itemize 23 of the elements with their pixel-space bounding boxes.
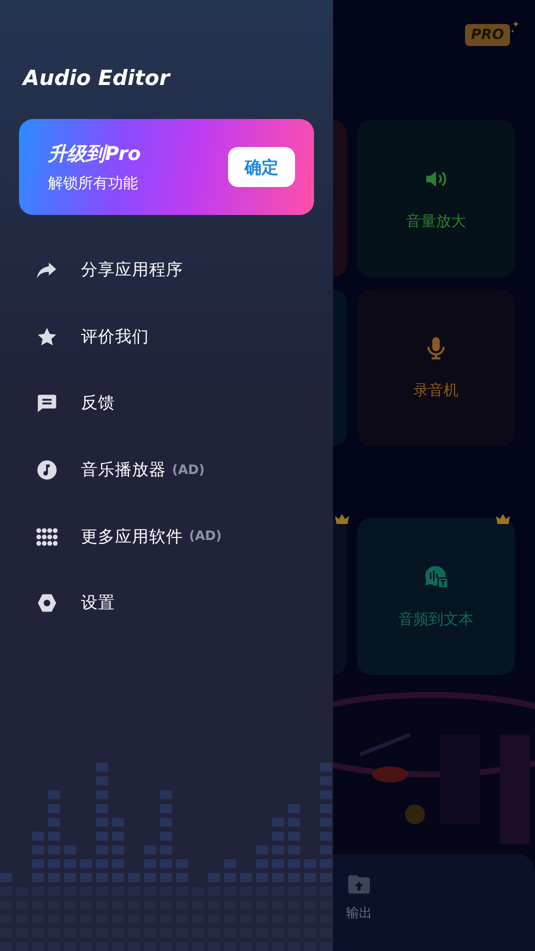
upgrade-banner[interactable]: 升级到Pro 解锁所有功能 确定 xyxy=(19,119,314,215)
ad-tag: (AD) xyxy=(172,462,205,478)
music-note-icon xyxy=(36,459,58,482)
menu-item[interactable]: 更多应用软件 xyxy=(81,526,183,548)
ad-tag: (AD) xyxy=(189,529,222,544)
menu-item[interactable]: 分享应用程序 xyxy=(81,259,183,282)
speech-bubble-icon xyxy=(423,564,449,590)
settings-icon xyxy=(36,592,58,614)
menu-item[interactable]: 评价我们 xyxy=(81,326,149,348)
menu-item[interactable]: 音乐播放器 xyxy=(81,459,166,482)
promo-subtitle: 解锁所有功能 xyxy=(48,174,139,193)
crown-icon xyxy=(334,513,350,525)
confirm-button[interactable]: 确定 xyxy=(228,147,295,187)
message-icon xyxy=(36,392,58,414)
grid-dots-icon xyxy=(36,526,58,548)
menu-item[interactable]: 设置 xyxy=(81,592,115,614)
promo-title: 升级到Pro xyxy=(48,142,141,167)
app-title: Audio Editor xyxy=(23,66,170,90)
tool-card[interactable]: 音量放大 xyxy=(357,120,515,277)
star-icon xyxy=(36,326,58,348)
nav-label[interactable]: 输出 xyxy=(346,904,372,922)
tool-card[interactable]: 录音机 xyxy=(357,289,515,446)
menu-item[interactable]: 反馈 xyxy=(81,392,115,414)
